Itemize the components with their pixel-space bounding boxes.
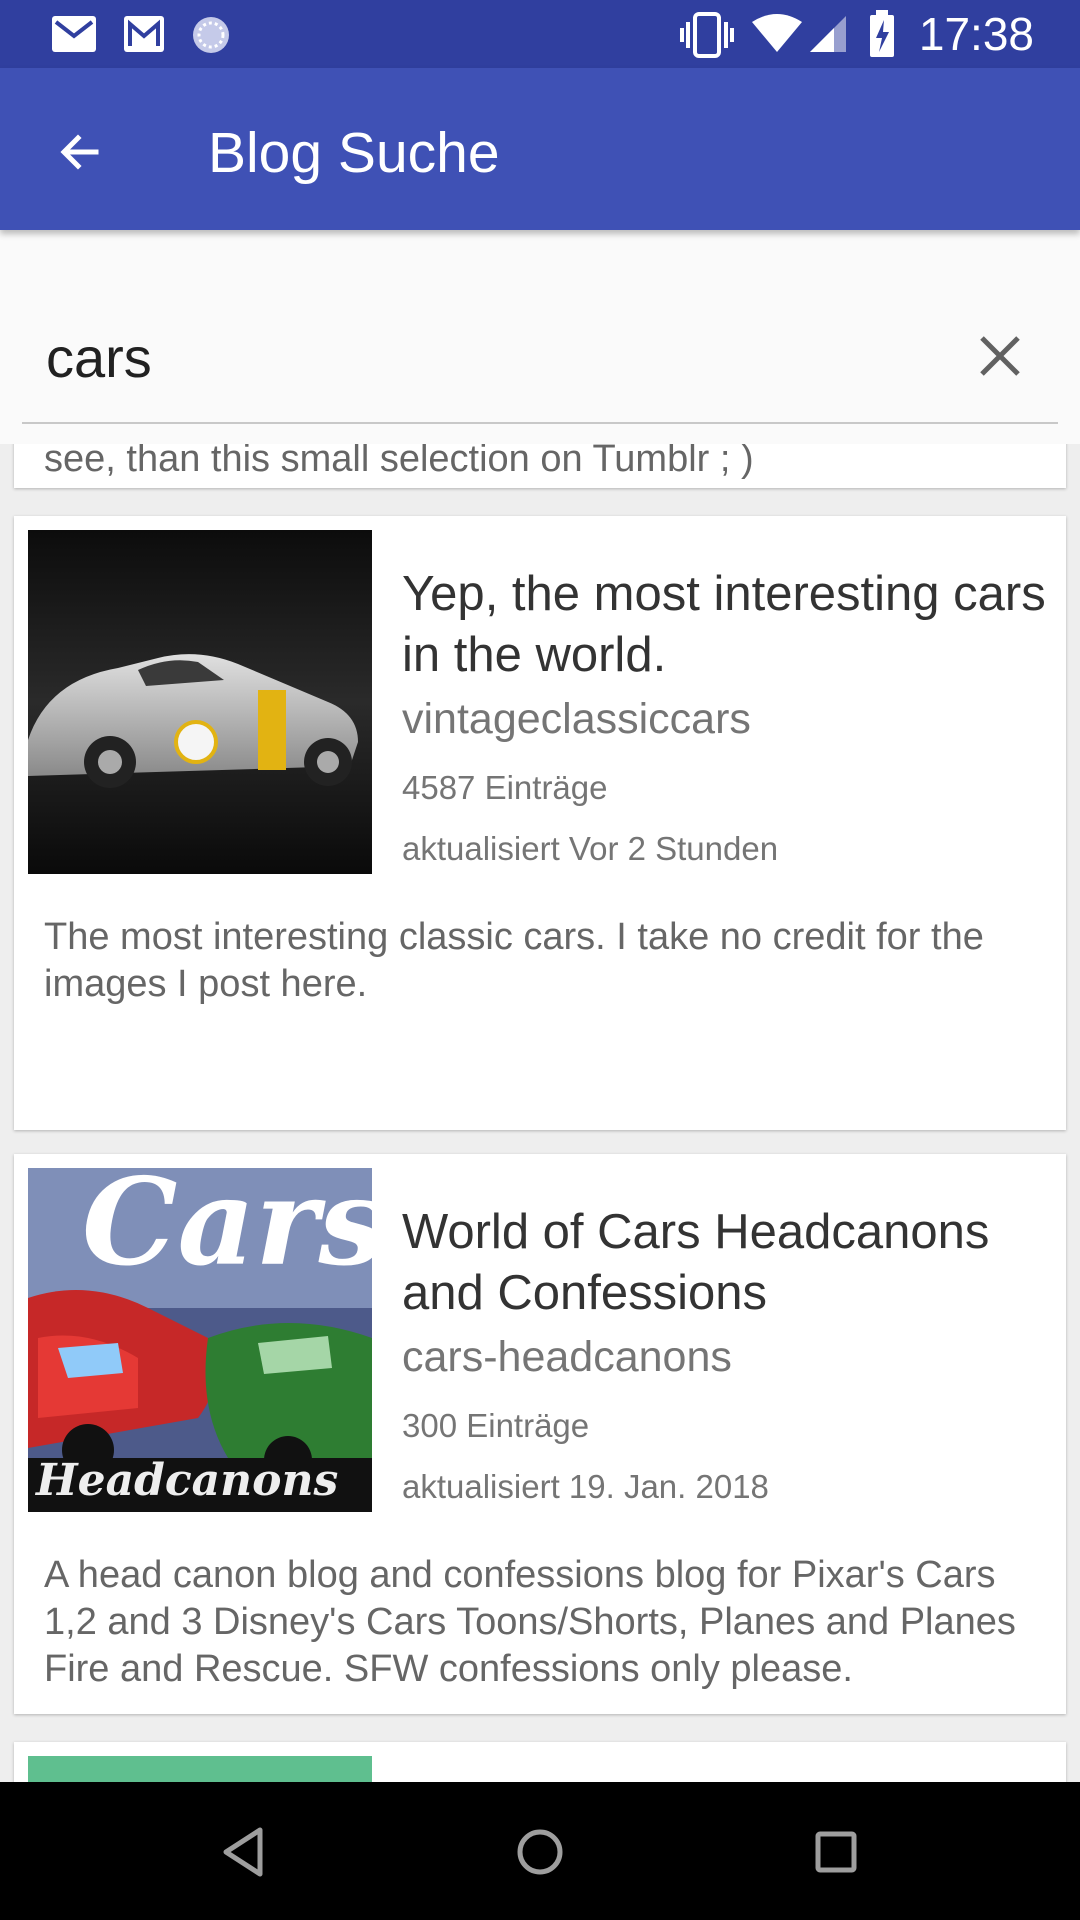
blog-name: cars-headcanons [402,1333,732,1381]
navigation-bar [0,1782,1080,1920]
blog-updated: aktualisiert 19. Jan. 2018 [402,1468,769,1505]
gmail-icon [124,16,164,52]
blog-title: World of Cars Headcanons and Confessions [402,1205,990,1320]
results-list[interactable]: see, than this small selection on Tumblr… [0,444,1080,1782]
app-bar: Blog Suche [0,68,1080,230]
blog-updated: aktualisiert Vor 2 Stunden [402,830,779,867]
sync-icon [193,17,229,53]
back-triangle-icon[interactable] [208,1816,280,1888]
status-time: 17:38 [918,8,1034,60]
search-bar: cars [0,230,1080,444]
blog-thumbnail: Cars Headcanons [28,1168,372,1512]
gmail-icon [52,16,96,52]
blog-description: see, than this small selection on Tumblr… [44,444,754,480]
list-item[interactable]: see, than this small selection on Tumblr… [14,444,1066,488]
home-circle-icon[interactable] [504,1816,576,1888]
wifi-icon [752,14,802,52]
arrow-back-icon[interactable] [56,128,104,176]
blog-post-count: 4587 Einträge [402,769,608,806]
blog-description: The most interesting classic cars. I tak… [44,916,984,1005]
search-input[interactable]: cars [46,326,152,390]
list-item[interactable]: Yep, the most interesting cars in the wo… [14,516,1066,1130]
blog-name: vintageclassiccars [402,695,751,743]
status-bar: 17:38 [0,0,1080,68]
page-title: Blog Suche [208,121,500,185]
signal-icon [810,16,846,52]
close-icon[interactable] [974,330,1026,382]
blog-thumbnail [28,1756,372,1782]
vibrate-icon [680,12,734,58]
list-item[interactable]: Cars Headcanons World of Cars Headcanons… [14,1154,1066,1714]
blog-description: A head canon blog and confessions blog f… [44,1554,1016,1690]
list-item[interactable] [14,1742,1066,1782]
blog-thumbnail [28,530,372,874]
blog-title: Yep, the most interesting cars in the wo… [402,567,1046,682]
recents-square-icon[interactable] [800,1816,872,1888]
thumb-text-cars: Cars [82,1168,372,1293]
car-image [28,530,372,874]
battery-charging-icon [870,10,894,57]
thumb-text-headcanons: Headcanons [36,1455,339,1506]
search-underline [22,422,1058,424]
blog-post-count: 300 Einträge [402,1407,590,1444]
